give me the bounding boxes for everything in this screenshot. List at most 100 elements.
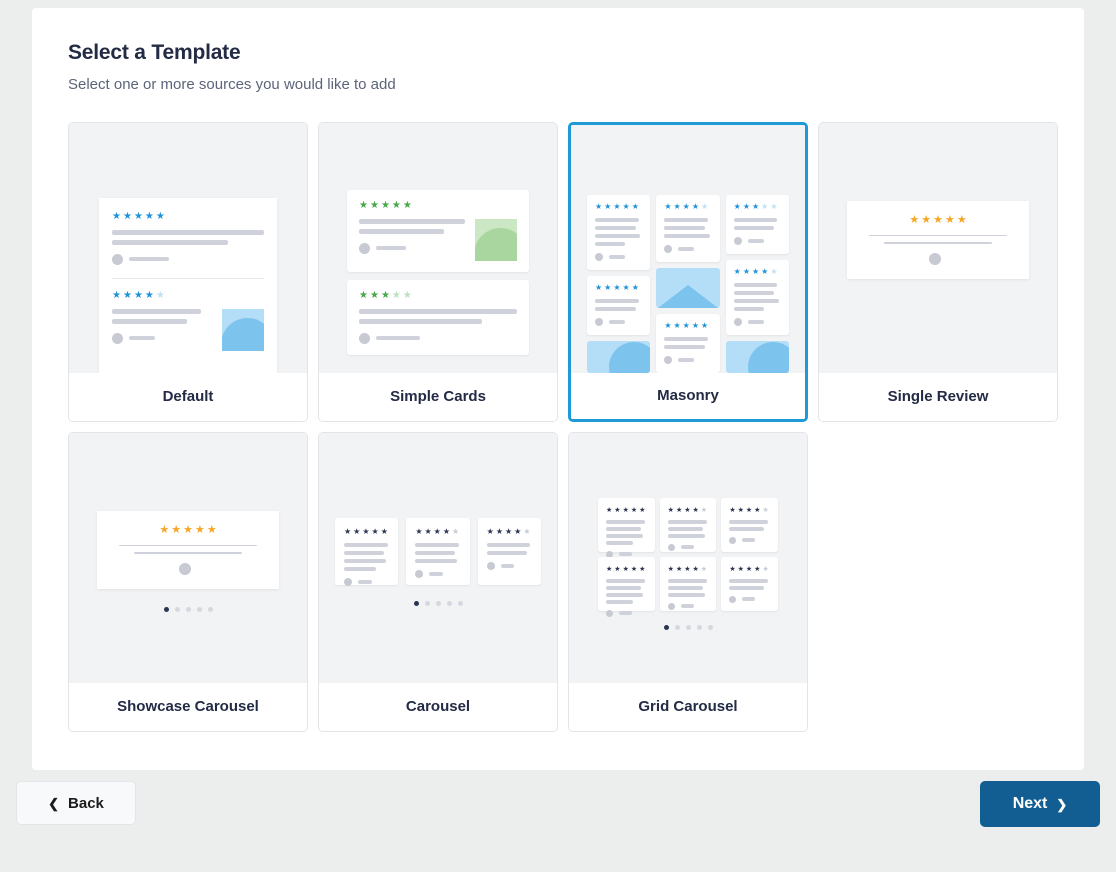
avatar xyxy=(729,595,737,603)
template-card-grid-carousel[interactable]: ★ ★ ★ ★ ★ ★ ★ ★ ★ ★ ★ ★ ★ ★ ★ ★ ★ ★ ★ ★ ★ ★ ★ ★ ★ ★ ★ ★ ★ ★ Grid Carou… xyxy=(568,431,808,732)
carousel-dot[interactable] xyxy=(196,606,202,612)
skeleton-line xyxy=(664,344,706,349)
star-filled-icon: ★ xyxy=(673,320,681,330)
template-label: Single Review xyxy=(819,372,1057,421)
skeleton-line xyxy=(112,308,201,314)
star-filled-icon: ★ xyxy=(639,565,646,573)
carousel-dots[interactable] xyxy=(569,624,807,630)
template-card-carousel[interactable]: ★ ★ ★ ★ ★ ★ ★ ★ ★ ★ ★ ★ ★ ★ ★ Carousel xyxy=(318,431,558,732)
skeleton-line xyxy=(415,550,456,555)
template-label: Simple Cards xyxy=(319,372,557,421)
carousel-dot[interactable] xyxy=(685,624,691,630)
star-filled-icon: ★ xyxy=(664,320,672,330)
carousel-dot[interactable] xyxy=(457,600,463,606)
carousel-dots[interactable] xyxy=(69,606,307,612)
star-filled-icon: ★ xyxy=(613,282,621,292)
star-filled-icon: ★ xyxy=(630,565,638,573)
star-filled-icon: ★ xyxy=(909,213,920,226)
avatar xyxy=(179,562,191,575)
carousel-dot[interactable] xyxy=(185,606,191,612)
reviewer-row xyxy=(667,543,709,551)
avatar xyxy=(112,253,123,265)
skeleton-line xyxy=(733,290,775,295)
reviewer-name-placeholder xyxy=(429,571,443,576)
carousel-dot[interactable] xyxy=(446,600,452,606)
star-filled-icon: ★ xyxy=(155,210,165,222)
star-filled-icon: ★ xyxy=(733,201,741,211)
carousel-grid: ★ ★ ★ ★ ★ ★ ★ ★ ★ ★ ★ ★ ★ ★ ★ ★ ★ ★ ★ ★ ★ ★ ★ ★ ★ ★ ★ ★ ★ ★ xyxy=(598,497,778,617)
skeleton-line xyxy=(733,225,775,230)
carousel-dot[interactable] xyxy=(435,600,441,606)
star-filled-icon: ★ xyxy=(380,526,388,536)
carousel-dot[interactable] xyxy=(424,600,430,606)
carousel-dot[interactable] xyxy=(674,624,680,630)
template-label: Default xyxy=(69,372,307,421)
reviewer-name-placeholder xyxy=(747,238,764,243)
reviewer-row xyxy=(606,609,647,617)
star-filled-icon: ★ xyxy=(631,282,639,292)
carousel-dot[interactable] xyxy=(663,624,669,630)
star-rating: ★ ★ ★ ★ ★ xyxy=(359,289,517,301)
star-empty-icon: ★ xyxy=(701,201,709,211)
next-button[interactable]: Next ❯ xyxy=(980,781,1100,827)
carousel-dot[interactable] xyxy=(413,600,419,606)
star-rating: ★ ★ ★ ★ ★ xyxy=(668,507,709,514)
back-button[interactable]: ❮ Back xyxy=(16,781,136,825)
star-filled-icon: ★ xyxy=(206,523,217,536)
reviewer-name-placeholder xyxy=(747,319,764,324)
review-text-placeholder xyxy=(359,218,465,261)
skeleton-line xyxy=(415,558,458,563)
star-filled-icon: ★ xyxy=(486,526,494,536)
template-card-showcase-carousel[interactable]: ★ ★ ★ ★ ★ Showcase Carousel xyxy=(68,431,308,732)
star-rating: ★ ★ ★ ★ ★ xyxy=(606,507,647,514)
skeleton-line xyxy=(729,519,769,524)
carousel-dot[interactable] xyxy=(174,606,180,612)
review-card: ★ ★ ★ ★ ★ xyxy=(477,517,541,585)
star-rating: ★ ★ ★ ★ ★ xyxy=(733,201,781,211)
preview-sheet: ★ ★ ★ ★ ★ xyxy=(847,200,1029,279)
carousel-dot[interactable] xyxy=(163,606,169,612)
skeleton-line xyxy=(729,526,765,531)
review-card: ★ ★ ★ ★ ★ xyxy=(347,189,529,272)
template-card-simple-cards[interactable]: ★ ★ ★ ★ ★ ★ ★ ★ ★ ★ Simple Cards xyxy=(318,121,558,422)
template-card-masonry[interactable]: ★ ★ ★ ★ ★ ★ ★ ★ ★ ★ ★ ★ ★ ★ ★ ★ ★ ★ ★ ★ ★ ★ ★ ★ ★ ★ ★ ★ ★ ★ Masonry xyxy=(568,121,808,422)
star-filled-icon: ★ xyxy=(604,282,612,292)
reviewer-name-placeholder xyxy=(129,257,169,262)
skeleton-line xyxy=(344,558,386,563)
reviewer-row xyxy=(733,236,781,245)
reviewer-name-placeholder xyxy=(619,552,632,557)
avatar xyxy=(486,561,495,570)
avatar xyxy=(415,569,424,578)
star-rating: ★ ★ ★ ★ ★ xyxy=(415,526,460,536)
carousel-dot[interactable] xyxy=(207,606,213,612)
masonry-column: ★ ★ ★ ★ ★ ★ ★ ★ ★ ★ xyxy=(656,194,720,373)
page-title: Select a Template xyxy=(68,41,241,64)
skeleton-line xyxy=(664,233,710,238)
star-filled-icon: ★ xyxy=(415,526,423,536)
divider xyxy=(112,277,264,279)
skeleton-line xyxy=(359,318,483,324)
star-filled-icon: ★ xyxy=(729,506,736,514)
carousel-dot[interactable] xyxy=(707,624,713,630)
star-filled-icon: ★ xyxy=(133,210,143,222)
skeleton-line xyxy=(667,519,707,524)
carousel-dot[interactable] xyxy=(696,624,702,630)
template-grid-empty-slot xyxy=(818,432,1058,732)
star-filled-icon: ★ xyxy=(944,213,955,226)
masonry-column: ★ ★ ★ ★ ★ ★ ★ ★ ★ ★ xyxy=(725,194,789,373)
avatar xyxy=(729,536,737,544)
template-card-single-review[interactable]: ★ ★ ★ ★ ★ Single Review xyxy=(818,121,1058,422)
arc-shape-icon xyxy=(747,341,789,373)
masonry-grid: ★ ★ ★ ★ ★ ★ ★ ★ ★ ★ ★ ★ ★ ★ ★ ★ ★ ★ ★ ★ ★ ★ ★ ★ ★ ★ ★ ★ ★ ★ xyxy=(587,194,789,373)
chevron-left-icon: ❮ xyxy=(48,795,60,811)
skeleton-line xyxy=(884,242,992,244)
star-filled-icon: ★ xyxy=(729,565,736,573)
template-card-default[interactable]: ★ ★ ★ ★ ★ ★ ★ ★ ★ ★ Default xyxy=(68,121,308,422)
skeleton-line xyxy=(664,336,708,341)
skeleton-line xyxy=(359,228,444,234)
review-card: ★ ★ ★ ★ ★ xyxy=(725,259,789,335)
star-filled-icon: ★ xyxy=(380,289,390,301)
skeleton-line xyxy=(667,526,703,531)
carousel-dots[interactable] xyxy=(319,600,557,606)
review-card: ★ ★ ★ ★ ★ xyxy=(721,497,778,552)
